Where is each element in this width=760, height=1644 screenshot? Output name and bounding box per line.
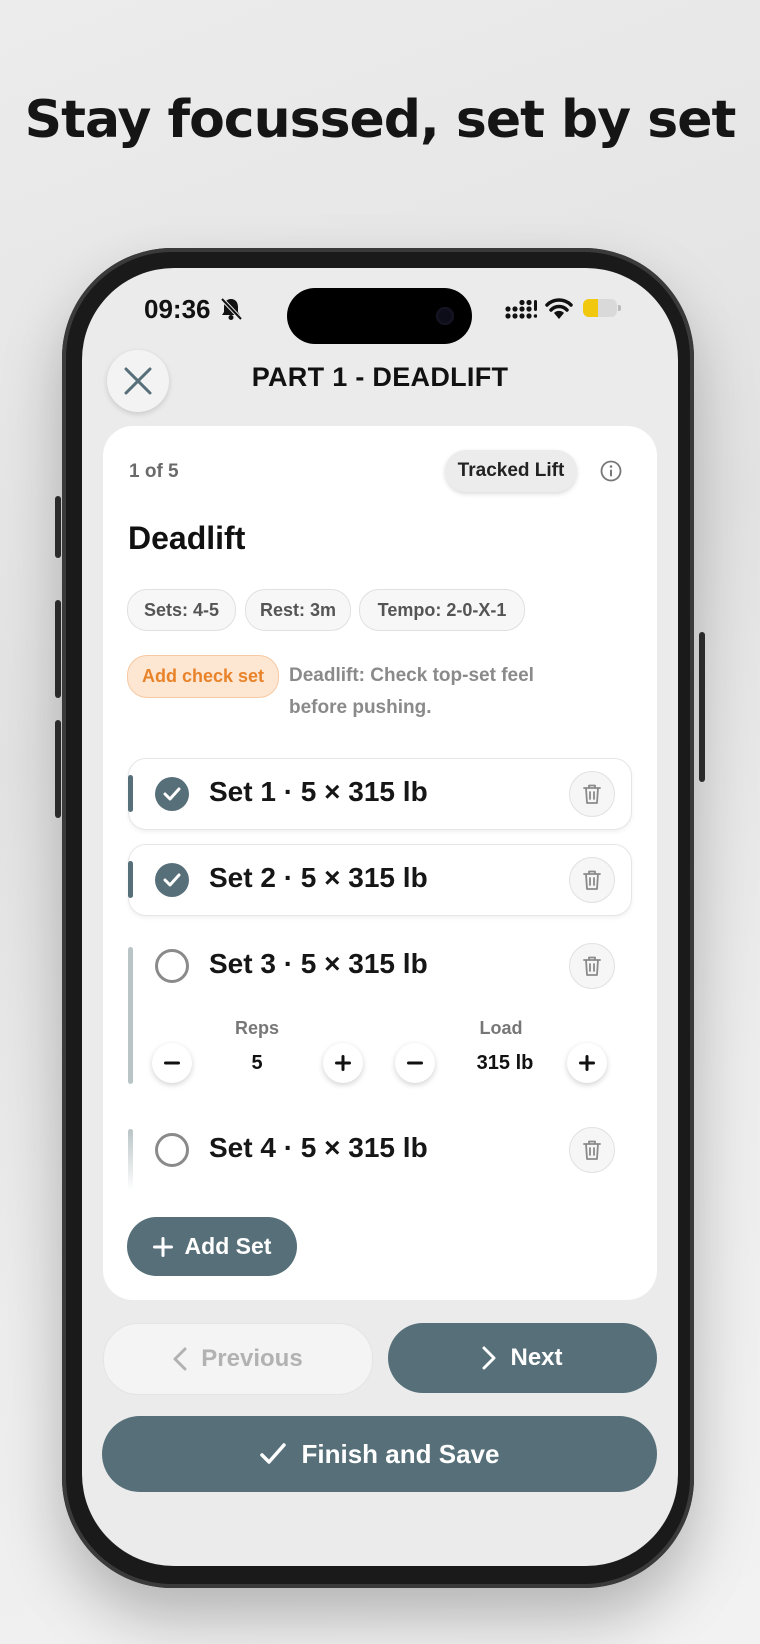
- reps-value[interactable]: 5: [232, 1052, 282, 1075]
- reps-label: Reps: [234, 1018, 279, 1038]
- delete-set-3-button[interactable]: [569, 943, 615, 989]
- camera-icon: [436, 307, 454, 325]
- headline: Stay focussed, set by set: [24, 90, 737, 150]
- volume-down-button: [55, 720, 61, 818]
- set-label: Set 1 · 5 × 315 lb: [209, 776, 428, 807]
- set-3-checkbox[interactable]: [155, 949, 189, 983]
- status-time: 09:36: [144, 294, 211, 324]
- previous-label: Previous: [201, 1345, 303, 1372]
- add-check-set-button[interactable]: Add check set: [127, 655, 279, 698]
- checkmark-icon: [163, 873, 181, 887]
- tracked-lift-badge[interactable]: Tracked Lift: [445, 450, 577, 492]
- finish-label: Finish and Save: [301, 1438, 500, 1469]
- delete-set-1-button[interactable]: [569, 771, 615, 817]
- minus-icon: [407, 1061, 423, 1065]
- close-icon: [124, 367, 152, 395]
- dynamic-island: [287, 288, 472, 344]
- minus-icon: [164, 1061, 180, 1065]
- trash-icon: [583, 870, 601, 890]
- sets-chip: Sets: 4-5: [127, 589, 236, 631]
- load-label: Load: [479, 1018, 523, 1038]
- action-button: [55, 496, 61, 558]
- set-label: Set 2 · 5 × 315 lb: [209, 862, 428, 893]
- rest-chip: Rest: 3m: [245, 589, 351, 631]
- plus-icon: [335, 1055, 351, 1071]
- set-4-checkbox[interactable]: [155, 1133, 189, 1167]
- reps-decrement-button[interactable]: [152, 1043, 192, 1083]
- wifi-icon: [545, 298, 573, 319]
- reps-increment-button[interactable]: [323, 1043, 363, 1083]
- load-value[interactable]: 315 lb: [460, 1052, 550, 1075]
- next-label: Next: [510, 1344, 563, 1371]
- bell-slash-icon: [220, 297, 242, 321]
- previous-button[interactable]: Previous: [103, 1323, 373, 1395]
- delete-set-4-button[interactable]: [569, 1127, 615, 1173]
- signal-icon: [505, 300, 537, 319]
- set-indicator: [128, 775, 133, 812]
- set-2-checkbox[interactable]: [155, 863, 189, 897]
- info-icon[interactable]: [600, 460, 622, 482]
- chevron-right-icon: [482, 1346, 496, 1370]
- exercise-name: Deadlift: [128, 520, 246, 556]
- trash-icon: [583, 784, 601, 804]
- delete-set-2-button[interactable]: [569, 857, 615, 903]
- tempo-chip: Tempo: 2-0-X-1: [359, 589, 525, 631]
- close-button[interactable]: [107, 350, 169, 412]
- add-set-label: Add Set: [184, 1233, 272, 1259]
- exercise-note: Deadlift: Check top-set feel before push…: [289, 665, 534, 718]
- power-button: [699, 632, 705, 782]
- load-decrement-button[interactable]: [395, 1043, 435, 1083]
- set-indicator: [128, 861, 133, 898]
- trash-icon: [583, 1140, 601, 1160]
- next-button[interactable]: Next: [388, 1323, 657, 1393]
- set-indicator: [128, 1129, 133, 1191]
- trash-icon: [583, 956, 601, 976]
- finish-and-save-button[interactable]: Finish and Save: [102, 1416, 657, 1492]
- page-title: PART 1 - DEADLIFT: [251, 362, 509, 392]
- volume-up-button: [55, 600, 61, 698]
- exercise-counter: 1 of 5: [129, 461, 179, 482]
- set-indicator: [128, 947, 133, 1084]
- checkmark-icon: [259, 1443, 286, 1464]
- set-label: Set 4 · 5 × 315 lb: [209, 1132, 428, 1163]
- add-set-button[interactable]: Add Set: [127, 1217, 297, 1276]
- set-1-checkbox[interactable]: [155, 777, 189, 811]
- plus-icon: [579, 1055, 595, 1071]
- battery-icon: [583, 299, 621, 317]
- set-label: Set 3 · 5 × 315 lb: [209, 948, 428, 979]
- checkmark-icon: [163, 787, 181, 801]
- plus-icon: [152, 1236, 173, 1257]
- chevron-left-icon: [173, 1347, 187, 1371]
- load-increment-button[interactable]: [567, 1043, 607, 1083]
